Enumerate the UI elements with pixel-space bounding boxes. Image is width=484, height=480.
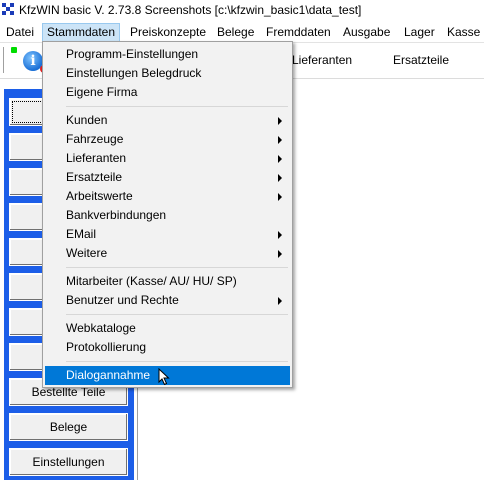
- menu-item-label: Weitere: [66, 246, 108, 260]
- submenu-arrow-icon: [278, 297, 282, 305]
- menu-item-label: Eigene Firma: [66, 85, 138, 99]
- submenu-arrow-icon: [278, 193, 282, 201]
- window-title: KfzWIN basic V. 2.73.8 Screenshots [c:\k…: [19, 3, 362, 17]
- menu-item-label: Webkataloge: [66, 321, 136, 335]
- menu-datei[interactable]: Datei: [6, 25, 34, 39]
- menu-item-label: Dialogannahme: [66, 368, 151, 382]
- menu-item-label: Lieferanten: [66, 151, 127, 165]
- title-bar: KfzWIN basic V. 2.73.8 Screenshots [c:\k…: [0, 0, 484, 22]
- menu-separator: [66, 267, 288, 268]
- menu-item-label: Fahrzeuge: [66, 132, 124, 146]
- menu-item-fahrzeuge[interactable]: Fahrzeuge: [45, 130, 290, 149]
- menu-item-benutzer-und-rechte[interactable]: Benutzer und Rechte: [45, 291, 290, 310]
- menu-separator: [66, 314, 288, 315]
- menu-lager[interactable]: Lager: [404, 25, 435, 39]
- menu-item-mitarbeiter[interactable]: Mitarbeiter (Kasse/ AU/ HU/ SP): [45, 272, 290, 291]
- app-icon: [2, 3, 14, 15]
- submenu-arrow-icon: [278, 117, 282, 125]
- menu-preiskonzepte[interactable]: Preiskonzepte: [130, 25, 206, 39]
- menu-item-protokollierung[interactable]: Protokollierung: [45, 338, 290, 357]
- menu-kasse[interactable]: Kasse: [447, 25, 480, 39]
- menu-item-kunden[interactable]: Kunden: [45, 111, 290, 130]
- menu-item-lieferanten[interactable]: Lieferanten: [45, 149, 290, 168]
- menu-item-label: Protokollierung: [66, 340, 147, 354]
- menu-item-label: EMail: [66, 227, 97, 241]
- belege-button[interactable]: Belege: [9, 413, 128, 441]
- menu-item-label: Einstellungen Belegdruck: [66, 66, 202, 80]
- menu-item-arbeitswerte[interactable]: Arbeitswerte: [45, 187, 290, 206]
- menu-fremddaten[interactable]: Fremddaten: [266, 25, 331, 39]
- menu-item-webkataloge[interactable]: Webkataloge: [45, 319, 290, 338]
- menu-item-label: Benutzer und Rechte: [66, 293, 179, 307]
- status-indicator: [11, 47, 17, 53]
- submenu-arrow-icon: [278, 250, 282, 258]
- submenu-arrow-icon: [278, 231, 282, 239]
- menu-item-label: Arbeitswerte: [66, 189, 133, 203]
- toolbar-grip: [3, 47, 7, 73]
- menu-separator: [66, 106, 288, 107]
- submenu-arrow-icon: [278, 174, 282, 182]
- toolbar-ersatzteile-button[interactable]: Ersatzteile: [393, 53, 449, 67]
- menu-belege[interactable]: Belege: [217, 25, 254, 39]
- menu-item-email[interactable]: EMail: [45, 225, 290, 244]
- menu-bar: Datei Stammdaten Preiskonzepte Belege Fr…: [0, 22, 484, 43]
- einstellungen-button[interactable]: Einstellungen: [9, 448, 128, 476]
- submenu-arrow-icon: [278, 136, 282, 144]
- menu-item-label: Bankverbindungen: [66, 208, 167, 222]
- menu-item-bankverbindungen[interactable]: Bankverbindungen: [45, 206, 290, 225]
- toolbar-lieferanten-button[interactable]: Lieferanten: [292, 53, 352, 67]
- menu-item-eigene-firma[interactable]: Eigene Firma: [45, 83, 290, 102]
- menu-item-ersatzteile[interactable]: Ersatzteile: [45, 168, 290, 187]
- menu-item-einstellungen-belegdruck[interactable]: Einstellungen Belegdruck: [45, 64, 290, 83]
- menu-item-weitere[interactable]: Weitere: [45, 244, 290, 263]
- menu-item-label: Mitarbeiter (Kasse/ AU/ HU/ SP): [66, 274, 237, 288]
- mouse-cursor-icon: [158, 368, 170, 386]
- menu-item-label: Programm-Einstellungen: [66, 47, 199, 61]
- menu-item-label: Kunden: [66, 113, 108, 127]
- menu-item-label: Ersatzteile: [66, 170, 123, 184]
- menu-item-programm-einstellungen[interactable]: Programm-Einstellungen: [45, 45, 290, 64]
- submenu-arrow-icon: [278, 155, 282, 163]
- stammdaten-dropdown: Programm-Einstellungen Einstellungen Bel…: [42, 41, 293, 388]
- menu-stammdaten[interactable]: Stammdaten: [42, 23, 121, 42]
- menu-ausgabe[interactable]: Ausgabe: [343, 25, 390, 39]
- menu-separator: [66, 361, 288, 362]
